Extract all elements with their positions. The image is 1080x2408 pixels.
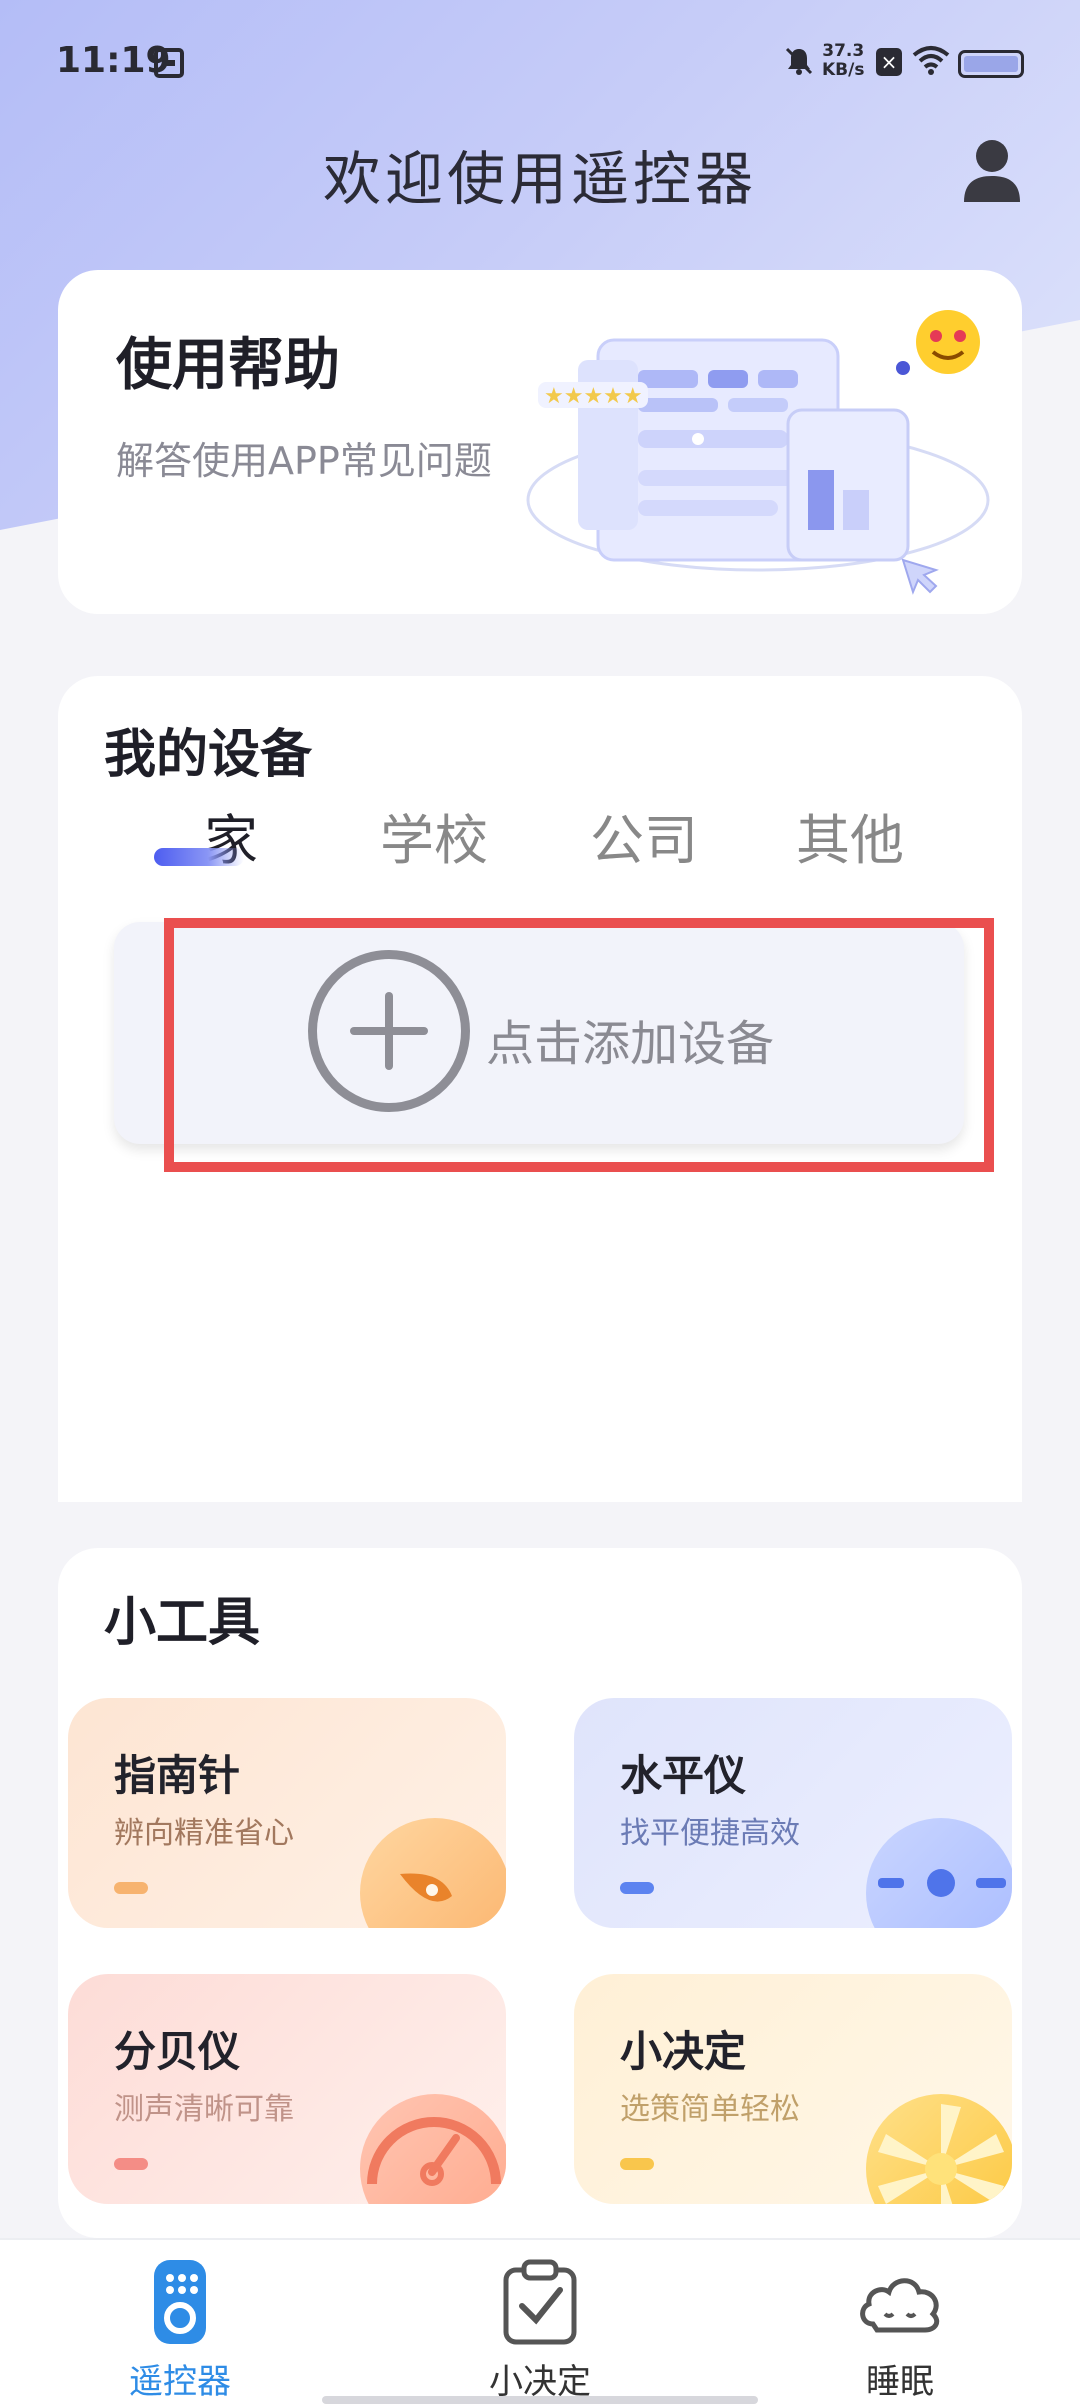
gauge-icon xyxy=(360,2094,506,2204)
user-profile-icon[interactable] xyxy=(960,136,1024,206)
help-subtitle: 解答使用APP常见问题 xyxy=(116,439,492,483)
tool-desc: 找平便捷高效 xyxy=(620,1816,800,1851)
tab-other[interactable]: 其他 xyxy=(796,796,904,875)
status-bar: 11:19 37.3 KB/s × xyxy=(0,0,1080,126)
home-indicator xyxy=(322,2396,758,2404)
network-speed: 37.3 KB/s xyxy=(822,41,865,80)
bottom-nav: 遥控器 小决定 睡眠 xyxy=(0,2238,1080,2408)
level-icon xyxy=(866,1818,1012,1928)
tool-dash xyxy=(620,2158,654,2170)
tool-desc: 选策简单轻松 xyxy=(620,2092,800,2127)
tool-decision[interactable]: 小决定 选策简单轻松 xyxy=(574,1974,1012,2204)
help-card[interactable]: 使用帮助 解答使用APP常见问题 ★★★★★ xyxy=(58,270,1022,614)
nav-label: 睡眠 xyxy=(866,2362,934,2402)
tool-name: 水平仪 xyxy=(620,1751,747,1800)
page-title: 欢迎使用遥控器 xyxy=(322,145,757,213)
tools-card: 小工具 指南针 辨向精准省心 水平仪 找平便捷高效 分贝仪 测声清晰可靠 小决定… xyxy=(58,1548,1022,2238)
notification-x-icon: × xyxy=(876,48,902,76)
tool-level[interactable]: 水平仪 找平便捷高效 xyxy=(574,1698,1012,1928)
help-illustration: ★★★★★ xyxy=(526,310,990,595)
bell-muted-icon xyxy=(782,44,816,86)
tab-company[interactable]: 公司 xyxy=(590,796,698,875)
tool-desc: 测声清晰可靠 xyxy=(114,2092,294,2127)
help-title: 使用帮助 xyxy=(116,333,340,398)
tab-school[interactable]: 学校 xyxy=(380,796,488,875)
clipboard-check-icon xyxy=(503,2259,577,2345)
svg-text:★★★★★: ★★★★★ xyxy=(544,384,643,409)
nav-item-sleep[interactable]: 睡眠 xyxy=(790,2240,1010,2408)
tools-title: 小工具 xyxy=(104,1593,261,1653)
wheel-icon xyxy=(866,2094,1012,2204)
tool-compass[interactable]: 指南针 辨向精准省心 xyxy=(68,1698,506,1928)
calendar-icon xyxy=(154,48,184,78)
compass-icon xyxy=(360,1818,506,1928)
remote-icon xyxy=(154,2260,206,2344)
tool-name: 分贝仪 xyxy=(114,2027,241,2076)
tool-dash xyxy=(114,2158,148,2170)
tool-name: 小决定 xyxy=(620,2027,747,2076)
my-devices-card: 我的设备 家 学校 公司 其他 点击添加设备 xyxy=(58,676,1022,1502)
tool-decibel-meter[interactable]: 分贝仪 测声清晰可靠 xyxy=(68,1974,506,2204)
battery-icon xyxy=(958,50,1024,78)
tool-dash xyxy=(620,1882,654,1894)
tool-desc: 辨向精准省心 xyxy=(114,1816,294,1851)
nav-item-decision[interactable]: 小决定 xyxy=(430,2240,650,2408)
cloud-sleep-icon xyxy=(860,2278,940,2333)
tool-name: 指南针 xyxy=(114,1751,241,1800)
active-tab-indicator xyxy=(154,848,244,866)
nav-label: 遥控器 xyxy=(129,2362,231,2402)
nav-item-remote[interactable]: 遥控器 xyxy=(70,2240,290,2408)
tool-dash xyxy=(114,1882,148,1894)
highlight-box xyxy=(164,918,994,1172)
my-devices-title: 我的设备 xyxy=(104,725,313,785)
wifi-icon xyxy=(912,44,950,80)
